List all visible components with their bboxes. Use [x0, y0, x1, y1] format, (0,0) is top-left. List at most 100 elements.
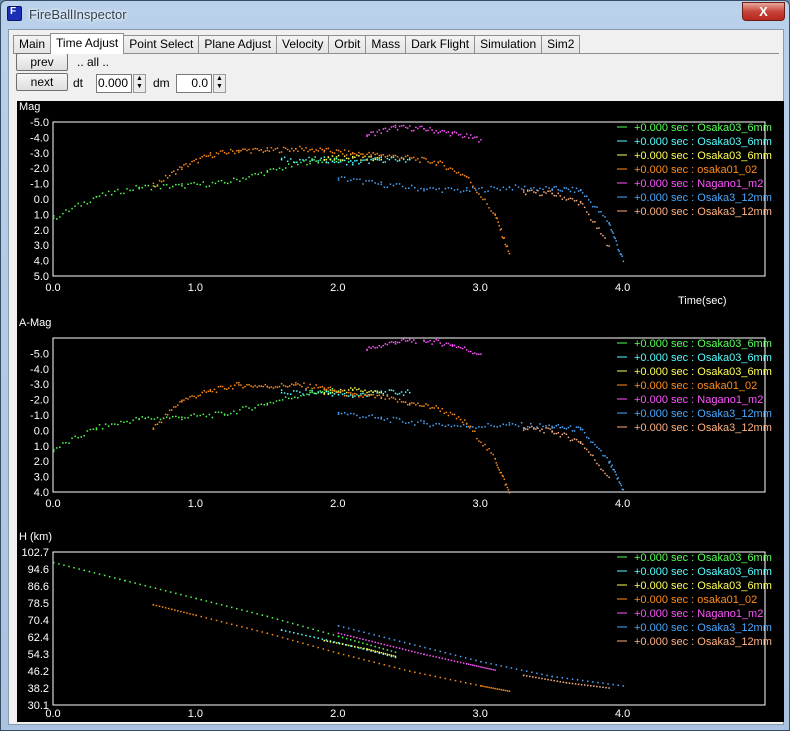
- data-point: [117, 188, 119, 191]
- tab-main[interactable]: Main: [13, 35, 52, 54]
- dm-spinner[interactable]: ▲ ▼: [213, 74, 226, 93]
- data-point: [227, 387, 230, 389]
- data-point: [266, 615, 269, 618]
- data-point: [476, 353, 478, 355]
- data-point: [335, 160, 338, 163]
- data-point: [435, 338, 437, 341]
- data-point: [575, 438, 578, 441]
- data-point: [494, 669, 496, 671]
- tab-simulation[interactable]: Simulation: [474, 35, 543, 54]
- data-point: [156, 416, 159, 419]
- data-point: [394, 341, 397, 343]
- data-point: [350, 635, 352, 638]
- dt-spinner[interactable]: ▲ ▼: [133, 74, 146, 93]
- tab-dark-flight[interactable]: Dark Flight: [405, 35, 476, 54]
- data-point: [414, 671, 416, 673]
- data-point: [270, 386, 273, 388]
- tab-time-adjust[interactable]: Time Adjust: [50, 33, 125, 54]
- data-point: [309, 635, 311, 638]
- data-point: [193, 413, 195, 415]
- data-point: [358, 155, 360, 157]
- x-tick-label: 4.0: [615, 282, 630, 294]
- data-point: [392, 416, 395, 419]
- data-point: [370, 154, 372, 156]
- data-point: [598, 464, 600, 467]
- data-point: [333, 152, 336, 154]
- data-point: [159, 187, 162, 190]
- data-point: [356, 637, 358, 639]
- next-button[interactable]: next: [16, 73, 68, 91]
- data-point: [286, 160, 289, 163]
- spin-up-icon[interactable]: ▲: [214, 75, 225, 83]
- data-point: [227, 152, 230, 154]
- data-point: [331, 391, 334, 394]
- data-point: [461, 347, 464, 350]
- tab-point-select[interactable]: Point Select: [123, 35, 200, 54]
- data-point: [368, 391, 370, 393]
- title-bar[interactable]: FireBallInspector X: [1, 1, 789, 27]
- data-point: [579, 427, 582, 429]
- data-point: [358, 151, 360, 154]
- data-point: [217, 385, 220, 388]
- amag-plot[interactable]: A-MagTime(sec)-5.0-4.0-3.0-2.0-1.00.01.0…: [17, 309, 784, 528]
- data-point: [559, 195, 562, 197]
- data-point: [549, 190, 551, 192]
- data-point: [386, 155, 389, 157]
- data-point: [333, 393, 336, 395]
- data-point: [439, 342, 442, 344]
- data-point: [199, 157, 201, 160]
- data-point: [368, 648, 370, 651]
- tab-plane-adjust[interactable]: Plane Adjust: [198, 35, 278, 54]
- close-button[interactable]: X: [742, 2, 785, 21]
- data-point: [478, 187, 480, 190]
- data-point: [579, 428, 582, 431]
- dm-input[interactable]: 0.0: [176, 74, 212, 93]
- data-point: [311, 391, 313, 394]
- data-point: [467, 350, 470, 353]
- height-plot[interactable]: H (km)Time(sec)102.794.686.678.570.462.4…: [17, 517, 784, 731]
- data-point: [404, 187, 407, 190]
- data-point: [411, 420, 413, 423]
- data-point: [398, 159, 401, 162]
- data-point: [413, 129, 415, 132]
- spin-down-icon[interactable]: ▼: [134, 83, 145, 91]
- data-point: [561, 433, 564, 436]
- data-point: [376, 157, 378, 159]
- tab-orbit[interactable]: Orbit: [328, 35, 367, 54]
- data-point: [386, 417, 389, 420]
- data-point: [617, 477, 620, 479]
- data-point: [337, 177, 340, 179]
- data-point: [340, 412, 343, 415]
- data-point: [616, 244, 618, 246]
- data-point: [376, 390, 378, 392]
- mag-plot[interactable]: Mag Time(sec) -5.0 -4.0 -3.0 -2.0 -1.0 0.0 1.0 2.…: [17, 101, 784, 309]
- data-point: [525, 675, 528, 677]
- data-point: [107, 425, 110, 427]
- data-point: [424, 673, 426, 676]
- tab-divider: [13, 53, 779, 54]
- data-point: [332, 651, 335, 653]
- data-point: [214, 182, 217, 185]
- tab-velocity[interactable]: Velocity: [276, 35, 330, 54]
- data-point: [293, 390, 295, 392]
- data-point: [278, 399, 281, 402]
- spin-down-icon[interactable]: ▼: [214, 83, 225, 91]
- data-point: [481, 426, 483, 428]
- tab-mass[interactable]: Mass: [365, 35, 407, 54]
- spin-up-icon[interactable]: ▲: [134, 75, 145, 83]
- data-point: [618, 481, 621, 483]
- data-point: [425, 158, 427, 160]
- data-point: [271, 633, 274, 636]
- data-point: [388, 654, 391, 656]
- data-point: [384, 391, 387, 393]
- data-point: [320, 391, 323, 394]
- data-point: [406, 154, 409, 157]
- data-point: [398, 392, 401, 395]
- data-point: [469, 190, 471, 192]
- tab-sim2[interactable]: Sim2: [541, 35, 581, 54]
- data-point: [569, 439, 572, 442]
- data-point: [345, 637, 348, 640]
- dt-input[interactable]: 0.000: [96, 74, 132, 93]
- data-point: [202, 181, 205, 183]
- prev-button[interactable]: prev: [16, 53, 68, 71]
